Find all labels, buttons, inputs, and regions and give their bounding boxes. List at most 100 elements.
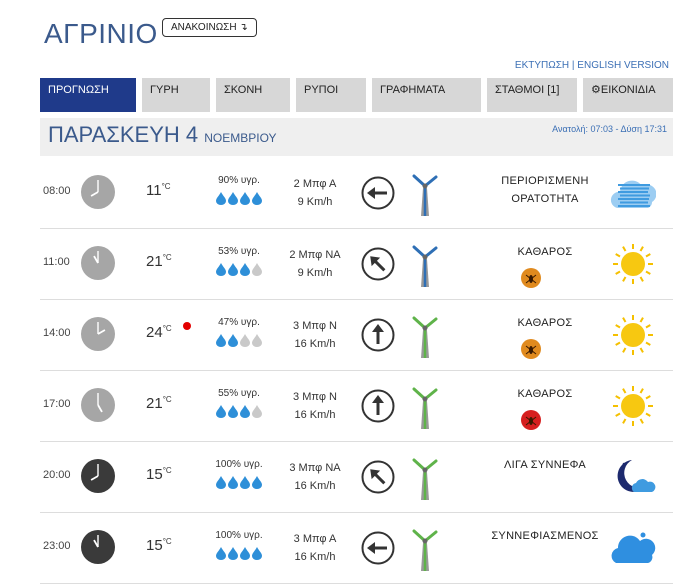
wind-speed: 16 Km/h [294, 551, 336, 563]
temperature-value: 21 [146, 253, 163, 270]
day-title: ΠΑΡΑΣΚΕΥΗ 4 ΝΟΕΜΒΡΙΟΥ [48, 122, 277, 148]
humidity-drops [208, 334, 270, 352]
temperature: 15°C [146, 537, 172, 554]
wind-beaufort: 3 Μπφ ΝΑ [289, 462, 341, 474]
humidity-drop-icon [216, 192, 226, 210]
clock-icon [80, 458, 116, 494]
condition-text: ΚΑΘΑΡΟΣ [470, 314, 620, 332]
clock-icon [80, 174, 116, 210]
humidity-text: 100% υγρ. [215, 530, 263, 541]
condition-line-1: ΣΥΝΝΕΦΙΑΣΜΕΝΟΣ [491, 530, 599, 542]
forecast-time: 20:00 [43, 469, 71, 481]
forecast-row: 17:00 21°C 55% υγρ. 3 Μπφ Ν 16 Km/h ΚΑΘΑΡ… [40, 371, 673, 442]
wind-beaufort: 3 Μπφ Α [293, 533, 337, 545]
temperature: 15°C [146, 466, 172, 483]
temperature: 21°C [146, 395, 172, 412]
wind-info: 3 Μπφ Ν 16 Km/h [280, 388, 350, 424]
wind-info: 2 Μπφ Α 9 Km/h [280, 175, 350, 211]
arrow-left-icon [361, 531, 395, 565]
humidity-drop-icon [252, 547, 262, 565]
wind-speed: 16 Km/h [294, 409, 336, 421]
tab-pollen[interactable]: ΓΥΡΗ [142, 78, 210, 112]
humidity-drop-icon [228, 263, 238, 281]
humidity-drop-icon [252, 263, 262, 281]
humidity-drop-icon [240, 547, 250, 565]
condition-text: ΣΥΝΝΕΦΙΑΣΜΕΝΟΣ [470, 527, 620, 545]
condition-line-1: ΚΑΘΑΡΟΣ [517, 317, 573, 329]
temperature-unit: °C [162, 395, 172, 404]
humidity-drops [208, 192, 270, 210]
arrow-up-left-icon [361, 460, 395, 494]
print-link[interactable]: ΕΚΤΥΠΩΣΗ [515, 60, 569, 71]
humidity-text: 47% υγρ. [218, 317, 260, 328]
humidity-text: 55% υγρ. [218, 388, 260, 399]
announcement-button[interactable]: ΑΝΑΚΟΙΝΩΣΗ ↴ [162, 18, 257, 37]
condition-text: ΚΑΘΑΡΟΣ [470, 243, 620, 261]
humidity-text: 90% υγρ. [218, 175, 260, 186]
humidity-drop-icon [252, 334, 262, 352]
humidity-drop-icon [252, 192, 262, 210]
temperature: 24°C [146, 324, 172, 341]
humidity-drop-icon [216, 405, 226, 423]
humidity-drop-icon [216, 334, 226, 352]
forecast-time: 08:00 [43, 185, 71, 197]
tab-charts[interactable]: ΓΡΑΦΗΜΑΤΑ [372, 78, 481, 112]
wind-turbine-icon [412, 456, 438, 500]
condition-line-1: ΚΑΘΑΡΟΣ [517, 388, 573, 400]
arrow-up-icon [361, 389, 395, 423]
tab-icons[interactable]: ⚙ΕΙΚΟΝΙΔΙΑ [583, 78, 673, 112]
tab-stations[interactable]: ΣΤΑΘΜΟΙ [1] [487, 78, 577, 112]
temperature-value: 11 [146, 182, 162, 199]
condition-text: ΠΕΡΙΟΡΙΣΜΕΝΗ ΟΡΑΤΟΤΗΤΑ [470, 172, 620, 208]
city-title: ΑΓΡΙΝΙΟ [44, 18, 158, 49]
humidity-drop-icon [216, 263, 226, 281]
forecast-time: 11:00 [43, 256, 70, 268]
tab-forecast[interactable]: ΠΡΟΓΝΩΣΗ [40, 78, 136, 112]
humidity-drops [208, 405, 270, 423]
humidity-drop-icon [228, 192, 238, 210]
wind-turbine-icon [412, 243, 438, 287]
condition-line-1: ΛΙΓΑ ΣΥΝΝΕΦΑ [504, 459, 586, 471]
temperature-value: 21 [146, 395, 163, 412]
temperature-unit: °C [162, 537, 172, 546]
temperature-unit: °C [161, 182, 171, 191]
arrow-up-icon [361, 318, 395, 352]
forecast-row: 23:00 15°C 100% υγρ. 3 Μπφ Α 16 Km/h ΣΥΝΝ… [40, 513, 673, 584]
day-header: ΠΑΡΑΣΚΕΥΗ 4 ΝΟΕΜΒΡΙΟΥ Ανατολή: 07:03 - Δ… [40, 118, 673, 156]
tab-bar: ΠΡΟΓΝΩΣΗ ΓΥΡΗ ΣΚΟΝΗ ΡΥΠΟΙ ΓΡΑΦΗΜΑΤΑ ΣΤΑΘ… [40, 78, 673, 112]
humidity-drop-icon [228, 476, 238, 494]
temperature-unit: °C [162, 466, 172, 475]
clock-icon [80, 316, 116, 352]
max-temp-dot-icon [183, 322, 191, 330]
forecast-row: 08:00 11°C 90% υγρ. 2 Μπφ Α 9 Km/h ΠΕΡΙΟΡ… [40, 158, 673, 229]
humidity-drop-icon [240, 263, 250, 281]
insect-warning-icon [520, 267, 542, 289]
wind-speed: 16 Km/h [294, 338, 336, 350]
temperature: 21°C [146, 253, 172, 270]
temperature-value: 15 [146, 466, 163, 483]
wind-turbine-icon [412, 385, 438, 429]
top-links: ΕΚΤΥΠΩΣΗ | ENGLISH VERSION [515, 60, 669, 71]
humidity-drop-icon [228, 547, 238, 565]
humidity-drop-icon [216, 547, 226, 565]
wind-info: 3 Μπφ Α 16 Km/h [280, 530, 350, 566]
humidity-drops [208, 547, 270, 565]
tab-pollutants[interactable]: ΡΥΠΟΙ [296, 78, 366, 112]
day-month: ΝΟΕΜΒΡΙΟΥ [204, 131, 277, 145]
english-version-link[interactable]: ENGLISH VERSION [577, 60, 669, 71]
sun-icon [610, 243, 656, 285]
condition-line-1: ΠΕΡΙΟΡΙΣΜΕΝΗ [501, 175, 589, 187]
tab-dust[interactable]: ΣΚΟΝΗ [216, 78, 290, 112]
wind-info: 3 Μπφ Ν 16 Km/h [280, 317, 350, 353]
clock-icon [80, 387, 116, 423]
insect-warning-icon [520, 409, 542, 431]
sun-icon [610, 314, 656, 356]
humidity-drop-icon [240, 405, 250, 423]
wind-beaufort: 3 Μπφ Ν [293, 391, 337, 403]
clock-icon [80, 245, 116, 281]
wind-beaufort: 2 Μπφ Α [293, 178, 337, 190]
humidity-text: 100% υγρ. [215, 459, 263, 470]
clock-icon [80, 529, 116, 565]
forecast-time: 14:00 [43, 327, 71, 339]
humidity-drop-icon [252, 476, 262, 494]
